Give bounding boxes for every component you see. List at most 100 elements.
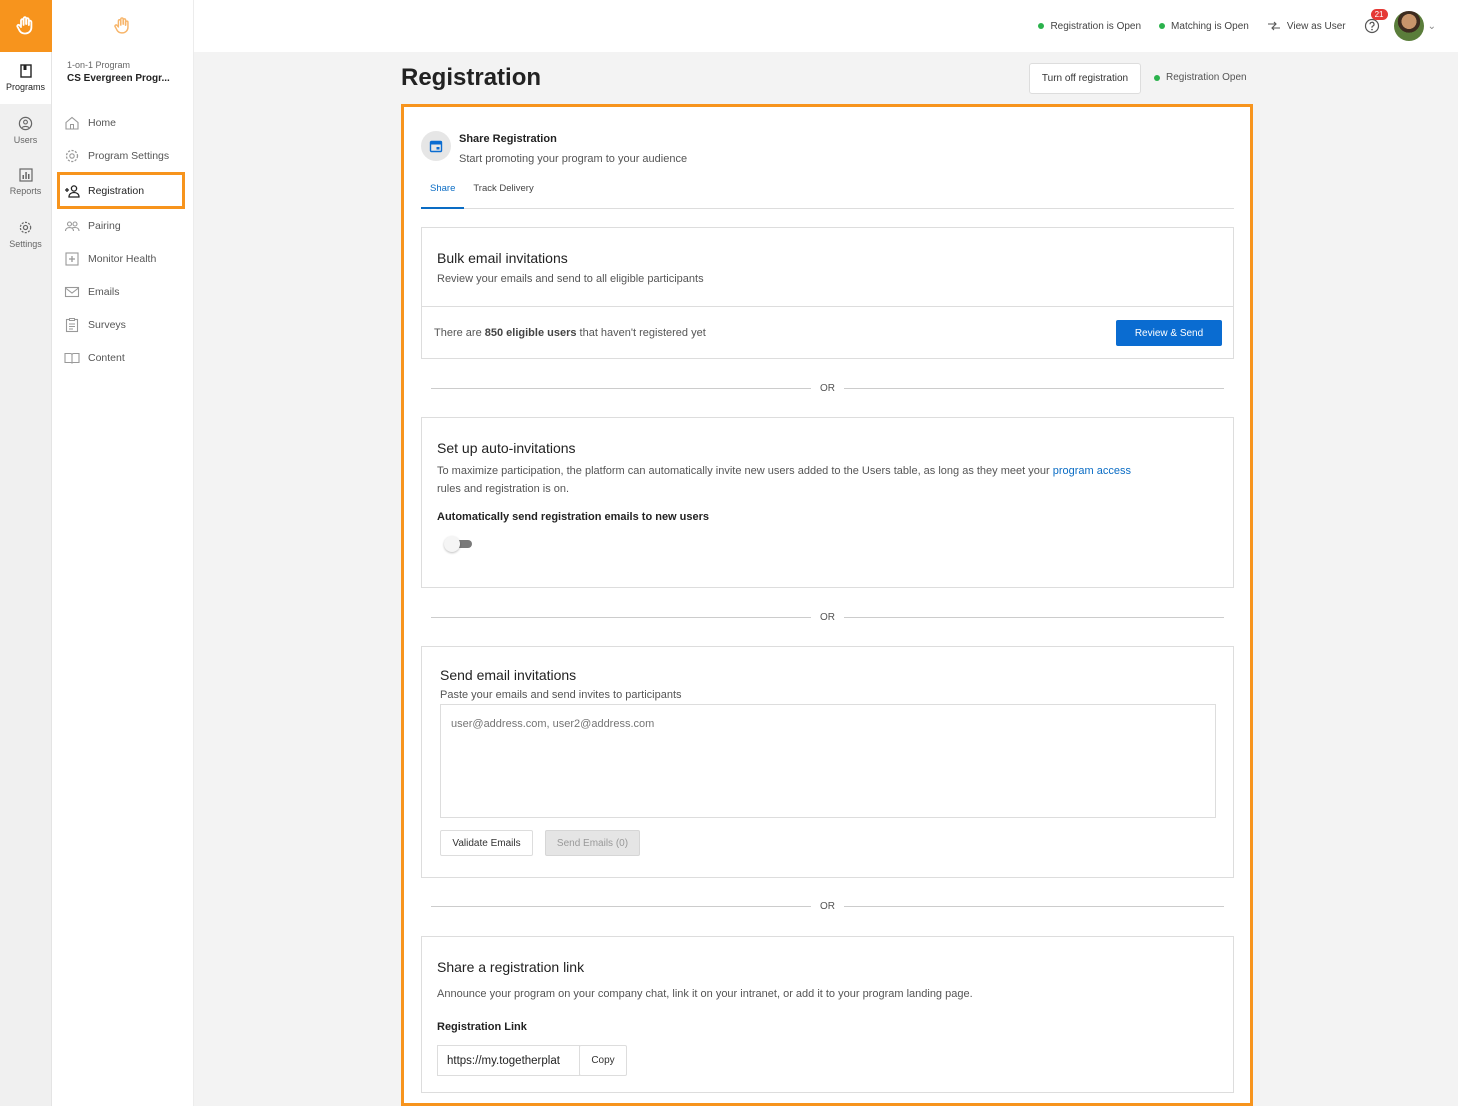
sidebar-item-surveys[interactable]: Surveys	[52, 308, 193, 341]
gear-icon	[19, 221, 32, 233]
view-as-user-button[interactable]: View as User	[1267, 21, 1346, 32]
registration-link-field[interactable]: https://my.togetherplat	[437, 1045, 580, 1076]
divider	[422, 306, 1233, 307]
help-button[interactable]: 21	[1364, 9, 1388, 34]
emails-textarea[interactable]	[440, 704, 1216, 818]
eligible-count: 850 eligible users	[484, 327, 577, 339]
chevron-down-icon[interactable]: ⌄	[1428, 21, 1436, 32]
registration-link-title: Share a registration link	[437, 959, 585, 975]
or-divider: OR	[431, 900, 1224, 912]
registration-link-description: Announce your program on your company ch…	[437, 988, 973, 1000]
send-invitations-card: Send email invitations Paste your emails…	[421, 646, 1234, 878]
registration-link-card: Share a registration link Announce your …	[421, 936, 1234, 1093]
tab-share[interactable]: Share	[421, 175, 465, 209]
share-subtitle: Start promoting your program to your aud…	[459, 153, 688, 165]
clipboard-icon	[65, 317, 79, 332]
registration-open-label: Registration Open	[1166, 72, 1247, 83]
registration-link-label: Registration Link	[437, 1021, 527, 1033]
sidebar-item-monitor-health[interactable]: Monitor Health	[52, 242, 193, 275]
view-as-user-label: View as User	[1286, 20, 1346, 32]
open-book-icon	[64, 352, 80, 364]
people-icon	[64, 220, 80, 231]
book-icon	[19, 64, 32, 78]
tab-track-delivery[interactable]: Track Delivery	[464, 175, 542, 209]
home-icon	[65, 116, 79, 130]
program-access-link[interactable]: program access	[1053, 465, 1131, 477]
sidebar-item-label: Program Settings	[88, 149, 170, 162]
calendar-icon	[421, 131, 451, 161]
sidebar-item-pairing[interactable]: Pairing	[52, 209, 193, 242]
help-icon	[1364, 18, 1379, 34]
rail-item-users[interactable]: Users	[0, 104, 51, 156]
or-divider: OR	[431, 382, 1224, 394]
auto-send-toggle[interactable]	[444, 536, 472, 552]
share-registration-panel: Share Registration Start promoting your …	[401, 104, 1253, 1106]
rail-item-settings[interactable]: Settings	[0, 208, 51, 260]
or-label: OR	[820, 900, 835, 912]
sidebar-item-label: Emails	[88, 285, 120, 298]
sidebar-item-label: Surveys	[88, 318, 126, 331]
sidebar-item-label: Content	[88, 351, 125, 364]
bulk-email-description: Review your emails and send to all eligi…	[437, 273, 704, 285]
program-sidebar: 1-on-1 Program CS Evergreen Progr... Hom…	[52, 0, 194, 1106]
sidebar-logo	[52, 0, 193, 52]
sidebar-item-program-settings[interactable]: Program Settings	[52, 139, 193, 172]
sidebar-item-label: Registration	[88, 184, 145, 197]
status-dot	[1154, 74, 1160, 81]
share-header: Share Registration Start promoting your …	[421, 131, 687, 165]
sidebar-item-label: Home	[88, 116, 117, 129]
or-divider: OR	[431, 611, 1224, 623]
eligible-suffix: that haven't registered yet	[576, 327, 706, 339]
send-invitations-description: Paste your emails and send invites to pa…	[440, 689, 682, 701]
avatar[interactable]	[1393, 11, 1424, 41]
registration-open-badge: Registration Open	[1154, 72, 1247, 83]
matching-status-label: Matching is Open	[1171, 20, 1249, 32]
auto-desc-1: To maximize participation, the platform …	[437, 465, 1053, 477]
review-send-button[interactable]: Review & Send	[1116, 320, 1222, 346]
rail-label: Reports	[9, 186, 42, 196]
or-label: OR	[820, 611, 835, 623]
turn-off-registration-button[interactable]: Turn off registration	[1029, 63, 1141, 94]
sidebar-item-content[interactable]: Content	[52, 341, 193, 374]
rail-item-reports[interactable]: Reports	[0, 156, 51, 208]
send-invitations-title: Send email invitations	[440, 667, 577, 683]
rail-item-programs[interactable]: Programs	[0, 52, 51, 104]
registration-status[interactable]: Registration is Open	[1038, 21, 1141, 32]
app-logo[interactable]	[0, 0, 52, 52]
rail-label: Users	[13, 134, 38, 145]
send-emails-button[interactable]: Send Emails (0)	[545, 830, 640, 856]
auto-send-label: Automatically send registration emails t…	[437, 511, 710, 523]
eligible-users-text: There are 850 eligible users that haven'…	[434, 327, 706, 339]
add-user-icon	[65, 184, 80, 198]
envelope-icon	[64, 286, 80, 297]
sidebar-nav: Home Program Settings Registration Pairi…	[52, 106, 193, 374]
hand-logo-icon	[113, 17, 129, 34]
auto-invitations-title: Set up auto-invitations	[437, 440, 576, 456]
status-dot	[1159, 23, 1166, 29]
app-rail: Programs Users Reports Settings	[0, 0, 52, 1106]
eligible-prefix: There are	[434, 327, 485, 339]
sidebar-item-home[interactable]: Home	[52, 106, 193, 139]
rail-label: Programs	[5, 82, 45, 92]
bulk-email-title: Bulk email invitations	[437, 250, 568, 266]
swap-icon	[1267, 21, 1280, 31]
hand-logo-icon	[16, 16, 33, 35]
bar-chart-icon	[18, 168, 33, 182]
program-type: 1-on-1 Program	[67, 60, 131, 70]
status-dot	[1038, 23, 1045, 29]
sidebar-item-registration[interactable]: Registration	[57, 172, 185, 209]
program-name[interactable]: CS Evergreen Progr...	[52, 73, 172, 84]
rail-label: Settings	[9, 238, 42, 249]
sidebar-item-emails[interactable]: Emails	[52, 275, 193, 308]
auto-desc-2: rules and registration is on.	[437, 483, 570, 495]
plus-square-icon	[65, 251, 79, 266]
validate-emails-button[interactable]: Validate Emails	[440, 830, 533, 856]
or-label: OR	[820, 382, 835, 394]
share-title: Share Registration	[459, 133, 557, 145]
registration-status-label: Registration is Open	[1050, 20, 1142, 32]
matching-status[interactable]: Matching is Open	[1159, 21, 1249, 32]
copy-link-button[interactable]: Copy	[579, 1045, 627, 1076]
auto-invitations-card: Set up auto-invitations To maximize part…	[421, 417, 1234, 588]
bulk-email-card: Bulk email invitations Review your email…	[421, 227, 1234, 359]
user-circle-icon	[18, 116, 33, 130]
